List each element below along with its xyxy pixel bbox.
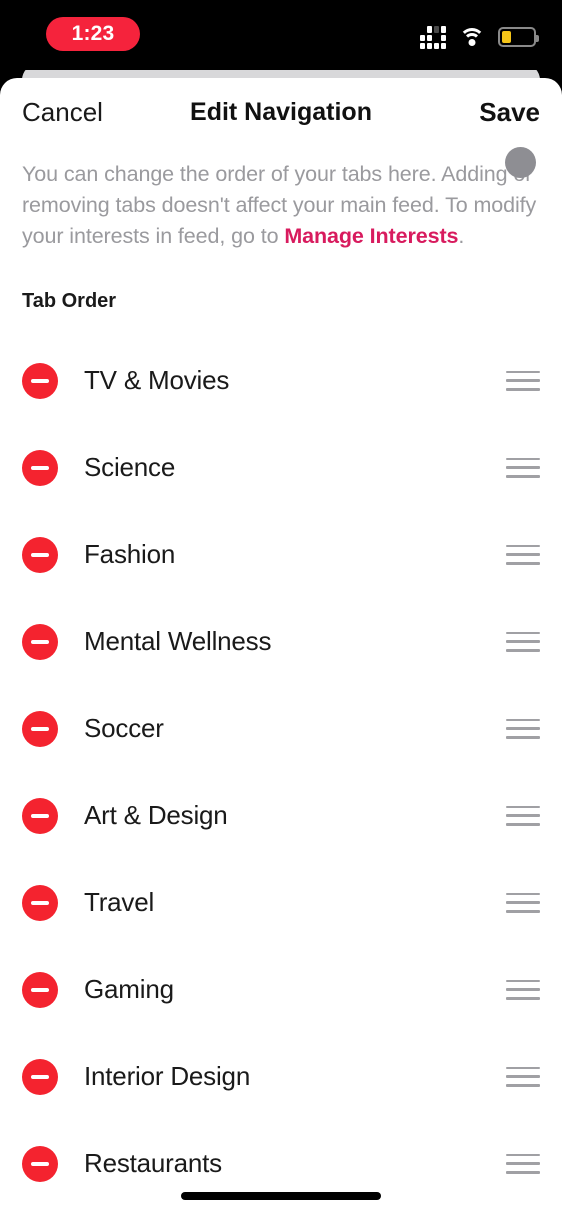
drag-handle-icon[interactable] [506,718,540,739]
drag-handle-icon[interactable] [506,892,540,913]
minus-circle-icon[interactable] [22,1145,58,1182]
list-item-label: Science [84,452,176,482]
list-item-label: Fashion [84,539,176,569]
home-indicator [181,1192,381,1200]
list-item[interactable]: Fashion [0,511,562,598]
list-item[interactable]: TV & Movies [0,337,562,424]
minus-circle-icon[interactable] [22,449,58,486]
drag-handle-icon[interactable] [506,544,540,565]
status-indicators [420,24,539,50]
list-item[interactable]: Gaming [0,946,562,1033]
drag-handle-icon[interactable] [506,370,540,391]
minus-circle-icon[interactable] [22,797,58,834]
list-item-label: Restaurants [84,1148,222,1178]
minus-circle-icon[interactable] [22,1058,58,1095]
cellular-dots-icon [420,25,446,49]
description-text: You can change the order of your tabs he… [0,146,562,252]
list-item-label: Art & Design [84,800,228,830]
list-item[interactable]: Science [0,424,562,511]
drag-handle-icon[interactable] [506,457,540,478]
wifi-icon [459,27,485,47]
list-item-label: Interior Design [84,1061,251,1091]
drag-handle-icon[interactable] [506,631,540,652]
save-button[interactable]: Save [479,97,540,128]
list-item-label: Gaming [84,974,174,1004]
minus-circle-icon[interactable] [22,884,58,921]
list-item-label: Soccer [84,713,164,743]
time-pill-badge[interactable]: 1:23 [46,17,140,51]
minus-circle-icon[interactable] [22,710,58,747]
list-item-label: Mental Wellness [84,626,272,656]
list-item[interactable]: Interior Design [0,1033,562,1120]
battery-icon [498,27,539,47]
list-item-label: TV & Movies [84,365,230,395]
drag-handle-icon[interactable] [506,805,540,826]
minus-circle-icon[interactable] [22,971,58,1008]
avatar[interactable] [505,147,536,178]
manage-interests-link[interactable]: Manage Interests [284,224,458,248]
battery-fill [502,31,511,43]
edit-navigation-sheet: Cancel Edit Navigation Save You can chan… [0,78,562,1218]
list-item[interactable]: Travel [0,859,562,946]
tab-order-list: TV & Movies Science Fashion Mental Wellness… [0,337,562,1207]
list-item-label: Travel [84,887,155,917]
description-after: . [458,224,465,248]
drag-handle-icon[interactable] [506,979,540,1000]
tab-order-heading: Tab Order [22,290,117,312]
drag-handle-icon[interactable] [506,1066,540,1087]
minus-circle-icon[interactable] [22,623,58,660]
status-bar: 1:23 [0,0,562,70]
drag-handle-icon[interactable] [506,1153,540,1174]
list-item[interactable]: Mental Wellness [0,598,562,685]
sheet-header: Cancel Edit Navigation Save [0,78,562,146]
minus-circle-icon[interactable] [22,536,58,573]
phone-screen: 1:23 Cancel Edit Navigation Save You can… [0,0,562,1218]
minus-circle-icon[interactable] [22,362,58,399]
list-item[interactable]: Art & Design [0,772,562,859]
status-time: 1:23 [71,22,115,45]
list-item[interactable]: Soccer [0,685,562,772]
cancel-button[interactable]: Cancel [22,97,103,128]
